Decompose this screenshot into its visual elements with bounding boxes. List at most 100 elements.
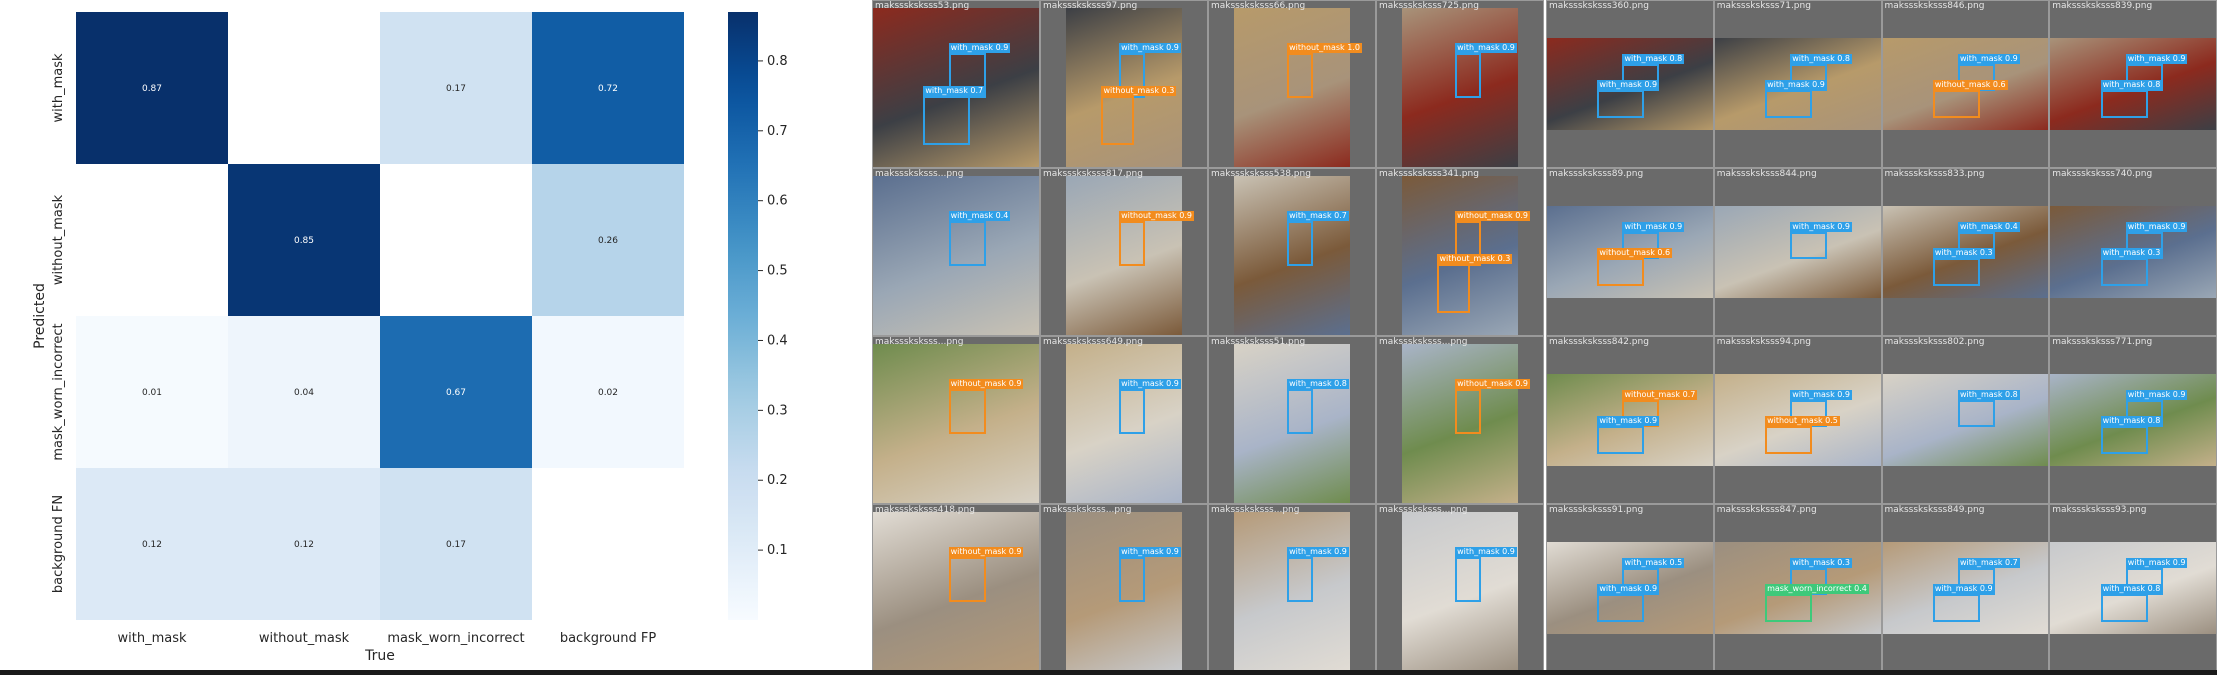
- colorbar-tick-label: 0.6: [767, 194, 788, 209]
- mosaic-tile: without_mask 0.9 maksssksksss...png: [1376, 336, 1544, 504]
- colorbar-tick-label: 0.7: [767, 124, 788, 139]
- detection-label: without_mask 0.3: [1101, 86, 1177, 97]
- tile-filename: maksssksksss360.png: [1549, 1, 1649, 11]
- detection-label: with_mask 0.9: [1765, 79, 1827, 90]
- mosaic-tile: with_mask 0.9 maksssksksss...png: [1376, 504, 1544, 672]
- detection-label: without_mask 0.9: [948, 378, 1024, 389]
- mosaic-tile: with_mask 0.3 mask_worn_incorrect 0.4 maks…: [1713, 504, 1882, 672]
- detection-box: [2100, 425, 2148, 454]
- cell-value-label: 0.26: [598, 236, 618, 246]
- tile-filename: maksssksksss839.png: [2052, 1, 2153, 11]
- tile-filename: maksssksksss...png: [875, 169, 964, 179]
- heatmap-cell: [532, 468, 684, 620]
- tile-filename: maksssksksss...png: [1379, 337, 1468, 347]
- detection-label: with_mask 0.3: [1790, 558, 1852, 569]
- detection-box: [1455, 388, 1481, 435]
- detection-label: without_mask 1.0: [1287, 42, 1362, 53]
- mosaic-tile: with_mask 0.9 maksssksksss...png: [1040, 504, 1208, 672]
- tile-filename: maksssksksss847.png: [1716, 505, 1817, 515]
- x-tick-label: without_mask: [259, 631, 350, 646]
- detection-box: [948, 556, 986, 603]
- tile-filename: maksssksksss771.png: [2052, 337, 2153, 347]
- mosaic-tile: with_mask 0.4 maksssksksss...png: [872, 168, 1040, 336]
- detection-box: [2100, 593, 2148, 622]
- cell-value-label: 0.04: [294, 388, 314, 398]
- detection-box: [1287, 220, 1313, 267]
- tile-filename: maksssksksss849.png: [1884, 505, 1985, 515]
- detection-box: [1597, 257, 1645, 286]
- y-tick-label: background FN: [51, 495, 66, 593]
- colorbar-tick-label: 0.8: [767, 54, 788, 69]
- detection-label: with_mask 0.9: [1622, 222, 1685, 233]
- mosaic-tile: with_mask 0.8 with_mask 0.9 maksssksksss36…: [1546, 0, 1714, 168]
- detection-label: without_mask 0.7: [1622, 390, 1698, 401]
- detection-label: with_mask 0.9: [1932, 583, 1995, 594]
- detection-label: with_mask 0.5: [1622, 558, 1685, 569]
- tile-filename: maksssksksss842.png: [1549, 337, 1649, 347]
- detection-label: with_mask 0.8: [2100, 415, 2163, 426]
- cell-value-label: 0.02: [598, 388, 618, 398]
- x-axis-title: True: [364, 648, 395, 664]
- tile-filename: maksssksksss89.png: [1549, 169, 1644, 179]
- y-axis-title: Predicted: [32, 283, 48, 349]
- mosaic-tile: with_mask 0.9 maksssksksss649.png: [1040, 336, 1208, 504]
- tile-filename: maksssksksss...png: [1211, 505, 1300, 515]
- detection-label: without_mask 0.9: [1119, 210, 1194, 221]
- detection-label: with_mask 0.9: [1287, 546, 1349, 557]
- detection-label: with_mask 0.9: [1597, 583, 1660, 594]
- x-tick-label: with_mask: [117, 631, 186, 646]
- cell-value-label: 0.87: [142, 84, 162, 94]
- tile-filename: maksssksksss94.png: [1716, 337, 1811, 347]
- cell-value-label: 0.12: [294, 540, 314, 550]
- y-tick-label: mask_worn_incorrect: [51, 323, 66, 460]
- tile-filename: maksssksksss...png: [1043, 505, 1132, 515]
- tile-filename: maksssksksss538.png: [1211, 169, 1311, 179]
- tile-filename: maksssksksss...png: [875, 337, 964, 347]
- tile-filename: maksssksksss71.png: [1716, 1, 1811, 11]
- mosaic-tile: with_mask 0.4 with_mask 0.3 maksssksksss83…: [1881, 168, 2050, 336]
- detection-box: [1765, 425, 1813, 454]
- detection-label: with_mask 0.9: [1597, 79, 1660, 90]
- x-tick-label: background FP: [560, 631, 656, 646]
- detection-label: with_mask 0.9: [948, 42, 1011, 53]
- detection-box: [948, 220, 986, 267]
- detection-label: without_mask 0.9: [948, 546, 1024, 557]
- tile-filename: maksssksksss833.png: [1884, 169, 1985, 179]
- mosaic-tile: with_mask 0.7 with_mask 0.9 maksssksksss84…: [1881, 504, 2050, 672]
- detection-box: [923, 96, 971, 145]
- cell-value-label: 0.12: [142, 540, 162, 550]
- detection-label: with_mask 0.9: [2125, 558, 2188, 569]
- detection-box: [1287, 52, 1313, 99]
- mosaic-tile: with_mask 0.9 maksssksksss725.png: [1376, 0, 1544, 168]
- detection-label: with_mask 0.3: [2100, 247, 2163, 258]
- tile-filename: maksssksksss53.png: [875, 1, 970, 11]
- colorbar-tick-label: 0.3: [767, 403, 788, 418]
- detection-box: [1932, 89, 1980, 118]
- mosaic-tile: with_mask 0.7 maksssksksss538.png: [1208, 168, 1376, 336]
- tile-filename: maksssksksss817.png: [1043, 169, 1143, 179]
- cell-value-label: 0.85: [294, 236, 314, 246]
- detection-box: [1119, 388, 1145, 435]
- mosaic-tile: without_mask 0.9 without_mask 0.3 maksssks…: [1376, 168, 1544, 336]
- cell-value-label: 0.17: [446, 84, 466, 94]
- detection-label: with_mask 0.9: [2125, 390, 2188, 401]
- mosaic-tile: with_mask 0.9 with_mask 0.7 maksssksksss53…: [872, 0, 1040, 168]
- detection-label: without_mask 0.9: [1455, 210, 1530, 221]
- mosaic-tile: with_mask 0.9 with_mask 0.8 maksssksksss93…: [2049, 504, 2217, 672]
- colorbar: [728, 12, 758, 620]
- detection-label: with_mask 0.9: [1455, 546, 1517, 557]
- detection-label: with_mask 0.9: [2125, 54, 2188, 65]
- tile-filename: maksssksksss844.png: [1716, 169, 1817, 179]
- tile-filename: maksssksksss418.png: [875, 505, 975, 515]
- detection-label: with_mask 0.8: [1790, 54, 1852, 65]
- detection-label: without_mask 0.5: [1765, 415, 1840, 426]
- detection-label: mask_worn_incorrect 0.4: [1765, 583, 1869, 594]
- mosaic-tile: with_mask 0.9 maksssksksss...png: [1208, 504, 1376, 672]
- x-tick-label: mask_worn_incorrect: [387, 631, 524, 646]
- detection-label: without_mask 0.3: [1437, 254, 1513, 265]
- tile-filename: maksssksksss97.png: [1043, 1, 1138, 11]
- mosaic-tile: without_mask 0.7 with_mask 0.9 makssskskss…: [1546, 336, 1714, 504]
- detection-box: [1101, 96, 1135, 145]
- detection-label: without_mask 0.9: [1455, 378, 1530, 389]
- detection-box: [1287, 556, 1313, 603]
